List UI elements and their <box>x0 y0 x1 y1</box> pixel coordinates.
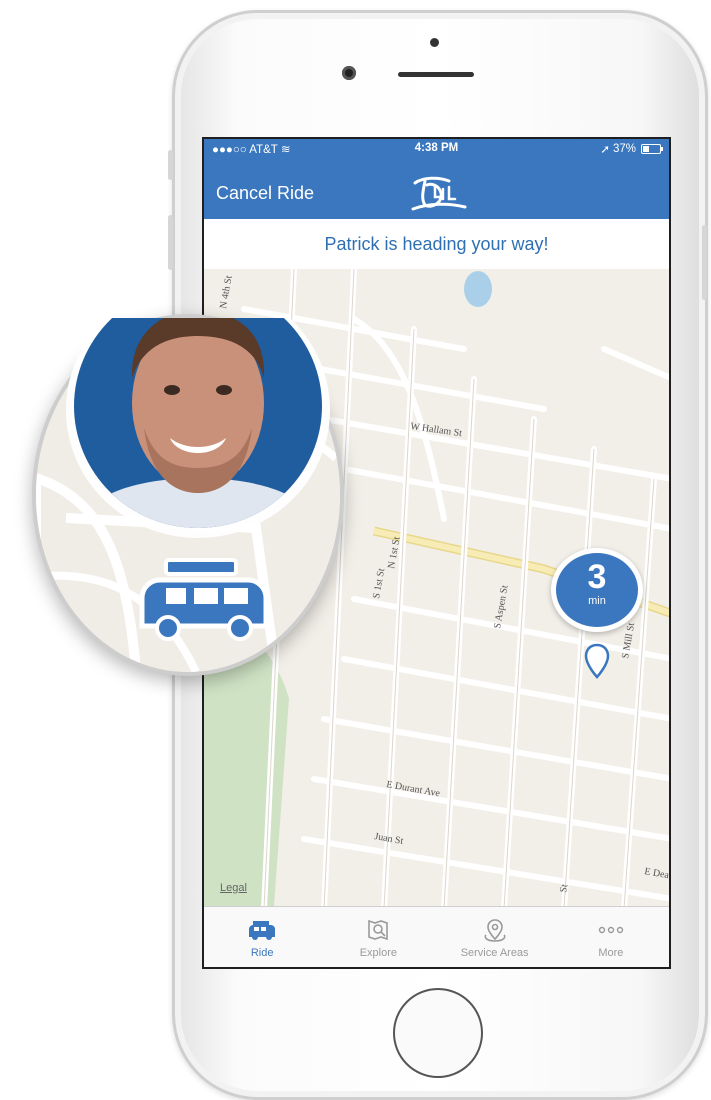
app-logo <box>411 176 467 211</box>
driver-avatar <box>66 318 330 538</box>
mute-switch <box>168 150 173 180</box>
home-button[interactable] <box>393 988 483 1078</box>
tab-explore[interactable]: Explore <box>320 907 436 967</box>
pickup-pin-icon <box>584 643 610 679</box>
eta-badge: 3 min <box>551 548 643 632</box>
eta-circle: 3 min <box>556 553 638 627</box>
tab-more[interactable]: More <box>553 907 669 967</box>
location-arrow-icon: ➚ <box>600 144 610 156</box>
location-pin-icon <box>482 917 508 943</box>
more-dots-icon <box>598 917 624 943</box>
status-banner: Patrick is heading your way! <box>204 219 669 270</box>
volume-up-button <box>168 215 173 270</box>
status-time: 4:38 PM <box>414 142 459 154</box>
tab-label: Explore <box>359 947 398 959</box>
power-button <box>702 225 707 300</box>
tab-ride[interactable]: Ride <box>204 907 320 967</box>
pond <box>464 271 492 307</box>
tab-label: Ride <box>250 947 274 959</box>
battery-percent: 37% <box>612 143 636 155</box>
map-search-icon <box>366 917 390 943</box>
battery-icon <box>641 144 663 154</box>
tab-label: Service Areas <box>460 947 529 959</box>
status-bar: ●●●○○ AT&T ≋ 4:38 PM ➚ 37% <box>204 139 669 159</box>
tab-bar: Ride Explore Service Areas More <box>204 906 669 967</box>
driver-car-icon <box>139 558 269 641</box>
status-right: ➚ 37% <box>600 142 663 156</box>
cancel-ride-button[interactable]: Cancel Ride <box>216 183 314 204</box>
proximity-sensor <box>430 38 439 47</box>
nav-bar: Cancel Ride <box>204 159 669 219</box>
tab-service-areas[interactable]: Service Areas <box>437 907 553 967</box>
eta-unit: min <box>588 595 606 607</box>
map-legal-link[interactable]: Legal <box>220 882 247 894</box>
car-icon <box>245 917 279 943</box>
eta-value: 3 <box>587 558 607 596</box>
front-camera <box>342 66 356 80</box>
earpiece-speaker <box>398 72 474 77</box>
tab-label: More <box>598 947 624 959</box>
